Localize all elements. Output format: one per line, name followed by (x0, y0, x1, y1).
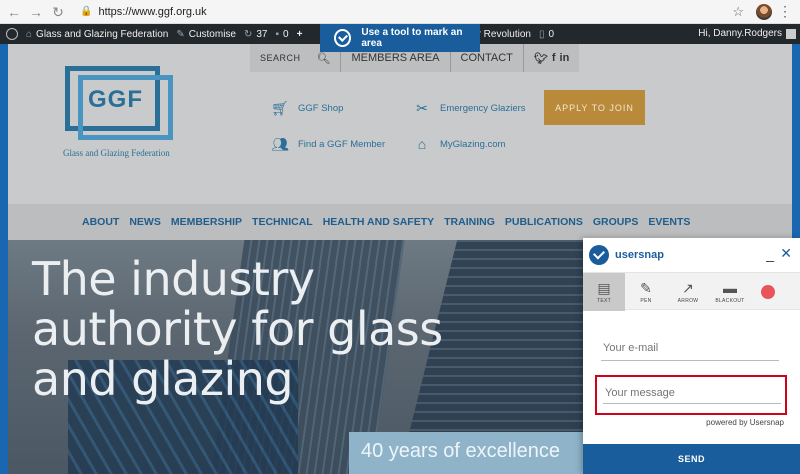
tool-arrow[interactable]: ↗ ARROW (667, 273, 709, 311)
blackout-icon: ▬ (723, 280, 737, 296)
tool-pen[interactable]: ✎ PEN (625, 273, 667, 311)
user-avatar-icon (786, 29, 796, 39)
search-icon[interactable]: 🔍︎ (317, 52, 331, 65)
apply-to-join-button[interactable]: APPLY TO JOIN (544, 90, 645, 125)
menu-kebab-icon[interactable]: ⋮ (778, 3, 792, 20)
nav-training[interactable]: TRAINING (444, 216, 495, 228)
linkedin-icon[interactable]: in (560, 52, 570, 64)
nav-about[interactable]: ABOUT (82, 216, 119, 228)
profile-avatar[interactable] (756, 4, 772, 20)
cart-icon: 🛒︎ (271, 100, 289, 116)
wp-customise-link[interactable]: ✎ Customise (176, 29, 236, 40)
email-field[interactable] (601, 336, 779, 361)
usersnap-panel: usersnap _ ✕ ▤ TEXT ✎ PEN ↗ ARROW ▬ BLAC… (583, 238, 800, 474)
home-icon: ⌂ (26, 28, 33, 40)
usersnap-header: usersnap _ ✕ (583, 238, 800, 272)
wp-site-link[interactable]: ⌂ Glass and Glazing Federation (26, 29, 168, 40)
nav-membership[interactable]: MEMBERSHIP (171, 216, 242, 228)
nav-groups[interactable]: GROUPS (593, 216, 639, 228)
usersnap-brand: usersnap (615, 249, 664, 261)
site-header: SEARCH 🔍︎ MEMBERS AREA CONTACT 🐦︎ f in G… (8, 44, 792, 240)
wp-updates-count: 37 (256, 28, 268, 40)
wp-plugin-count-link[interactable]: ▯ 0 (539, 29, 554, 40)
record-icon[interactable] (761, 285, 775, 299)
wp-customise-label: Customise (188, 28, 236, 40)
powered-by-label[interactable]: powered by Usersnap (706, 418, 784, 427)
forward-icon[interactable]: → (28, 4, 44, 20)
arrow-icon: ↗ (682, 280, 694, 296)
usersnap-check-icon (334, 29, 352, 47)
anniversary-banner: 40 years of excellence (349, 432, 589, 474)
myglazing-label: MyGlazing.com (440, 138, 506, 150)
wp-new-link[interactable]: + (297, 29, 307, 40)
wp-plugin-count: 0 (548, 28, 555, 40)
nav-events[interactable]: EVENTS (648, 216, 690, 228)
brush-icon: ✎ (176, 28, 185, 40)
pen-icon: ✎ (640, 280, 652, 296)
tool-blackout[interactable]: ▬ BLACKOUT (709, 273, 751, 311)
wp-comments-link[interactable]: ▪ 0 (276, 29, 289, 40)
logo-text: GGF (88, 86, 143, 113)
house-icon: ⌂ (417, 136, 427, 152)
message-field[interactable] (603, 383, 781, 404)
address-bar[interactable]: https://www.ggf.org.uk (98, 6, 206, 18)
tool-pen-label: PEN (640, 298, 652, 304)
tooltip-text: Use a tool to mark an area (361, 27, 463, 49)
annotation-toolbar: ▤ TEXT ✎ PEN ↗ ARROW ▬ BLACKOUT (583, 272, 800, 311)
document-icon: ▯ (538, 28, 545, 40)
close-icon[interactable]: ✕ (780, 245, 792, 262)
wordpress-logo-icon[interactable] (6, 28, 18, 40)
ggf-shop-label: GGF Shop (298, 103, 344, 114)
nav-technical[interactable]: TECHNICAL (252, 216, 313, 228)
find-member-label: Find a GGF Member (298, 139, 386, 150)
group-icon: 👥︎ (271, 136, 289, 152)
social-links: 🐦︎ f in (524, 44, 579, 72)
twitter-icon[interactable]: 🐦︎ (534, 52, 548, 65)
bookmark-star-icon[interactable]: ☆ (732, 4, 744, 20)
ggf-shop-link[interactable]: 🛒︎ GGF Shop (270, 100, 343, 117)
logo-subtitle: Glass and Glazing Federation (63, 148, 170, 158)
tool-text[interactable]: ▤ TEXT (583, 273, 625, 311)
screen: ← → ↻ 🔒 https://www.ggf.org.uk ☆ ⋮ ⌂ Glas… (0, 0, 800, 474)
wp-comments-count: 0 (283, 28, 289, 40)
ggf-logo[interactable]: GGF Glass and Glazing Federation (58, 64, 188, 164)
minimize-icon[interactable]: _ (766, 246, 774, 262)
tool-arrow-label: ARROW (677, 298, 699, 304)
main-nav: ABOUT NEWS MEMBERSHIP TECHNICAL HEALTH A… (8, 204, 792, 240)
message-highlight-box (595, 375, 787, 415)
hero-line-3: and glazing (32, 352, 294, 406)
hero-headline: The industry authority for glass and gla… (32, 254, 443, 404)
updates-icon: ↻ (243, 28, 253, 40)
tool-blackout-label: BLACKOUT (715, 298, 745, 304)
wp-site-name: Glass and Glazing Federation (36, 28, 169, 40)
text-tool-icon: ▤ (597, 280, 611, 296)
facebook-icon[interactable]: f (552, 52, 556, 64)
lock-icon: 🔒 (80, 6, 93, 17)
send-button[interactable]: SEND (583, 444, 800, 474)
tool-text-label: TEXT (597, 298, 611, 304)
reload-icon[interactable]: ↻ (50, 4, 66, 20)
search-label: SEARCH (260, 53, 301, 63)
browser-toolbar: ← → ↻ 🔒 https://www.ggf.org.uk ☆ ⋮ (0, 0, 800, 24)
nav-publications[interactable]: PUBLICATIONS (505, 216, 583, 228)
emergency-glaziers-link[interactable]: ✂︎ Emergency Glaziers (412, 100, 526, 117)
hero-line-1: The industry (32, 252, 315, 306)
nav-health-and-safety[interactable]: HEALTH AND SAFETY (323, 216, 434, 228)
plus-icon: + (296, 28, 303, 40)
myglazing-link[interactable]: ⌂ MyGlazing.com (412, 136, 506, 152)
comment-icon: ▪ (275, 28, 280, 40)
usersnap-logo-icon (589, 245, 609, 265)
emergency-glaziers-label: Emergency Glaziers (440, 103, 526, 114)
wp-greeting[interactable]: Hi, Danny.Rodgers (698, 28, 782, 39)
wp-updates-link[interactable]: ↻ 37 (244, 29, 268, 40)
tools-icon: ✂︎ (416, 100, 428, 116)
back-icon[interactable]: ← (6, 4, 22, 20)
nav-news[interactable]: NEWS (129, 216, 161, 228)
find-member-link[interactable]: 👥︎ Find a GGF Member (270, 136, 385, 153)
mark-area-tooltip: Use a tool to mark an area (320, 24, 480, 52)
hero-line-2: authority for glass (32, 302, 443, 356)
